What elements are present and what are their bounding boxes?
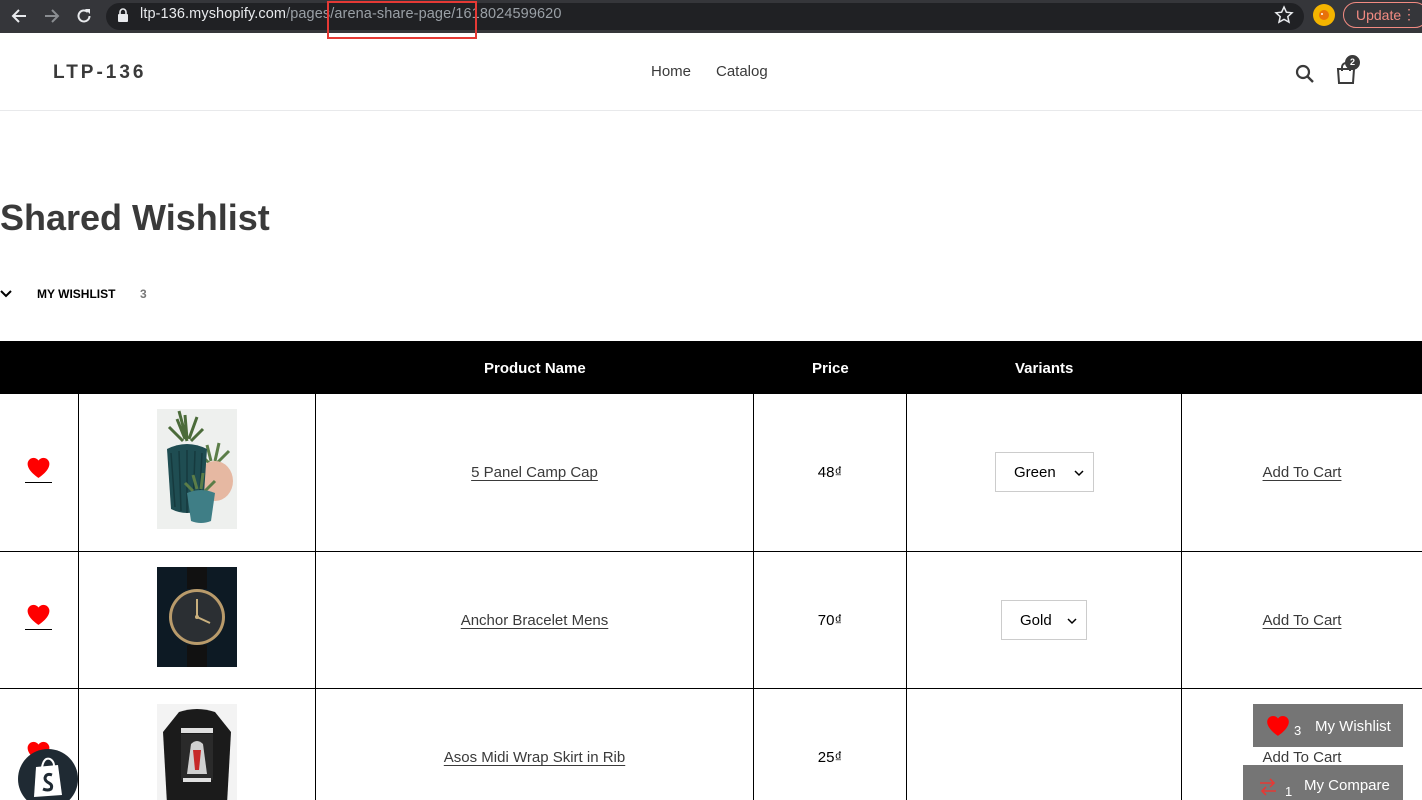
product-name-link[interactable]: Anchor Bracelet Mens bbox=[316, 612, 753, 629]
compare-arrows-icon bbox=[1260, 778, 1276, 796]
column-divider bbox=[315, 689, 316, 800]
column-divider bbox=[78, 394, 79, 551]
add-to-cart-link[interactable]: Add To Cart bbox=[1182, 749, 1422, 766]
forward-arrow-icon[interactable] bbox=[41, 5, 63, 27]
column-divider bbox=[906, 394, 907, 551]
floating-wishlist-button[interactable]: 3 My Wishlist bbox=[1253, 704, 1403, 747]
back-arrow-icon[interactable] bbox=[8, 5, 30, 27]
add-to-cart-link[interactable]: Add To Cart bbox=[1182, 464, 1422, 481]
shopify-bag-icon[interactable] bbox=[18, 749, 78, 800]
nav-catalog[interactable]: Catalog bbox=[716, 63, 768, 80]
product-image[interactable] bbox=[157, 704, 237, 800]
wishlist-label: MY WISHLIST bbox=[37, 287, 116, 301]
browser-toolbar: ltp-136.myshopify.com/pages/arena-share-… bbox=[0, 0, 1422, 39]
remove-wishlist-heart-icon[interactable] bbox=[25, 602, 52, 630]
variant-select[interactable]: Green bbox=[995, 452, 1094, 492]
page-title: Shared Wishlist bbox=[0, 197, 270, 238]
wishlist-toggle[interactable]: MY WISHLIST 3 bbox=[0, 286, 200, 302]
site-header: LTP-136 Home Catalog 2 bbox=[0, 33, 1422, 111]
heart-icon bbox=[1267, 715, 1289, 736]
table-row: Anchor Bracelet Mens 70₫ Gold Add To Car… bbox=[0, 552, 1422, 689]
search-icon[interactable] bbox=[1295, 64, 1315, 84]
compare-float-label: My Compare bbox=[1304, 777, 1390, 794]
chevron-down-icon bbox=[1067, 618, 1077, 625]
product-price: 48₫ bbox=[817, 464, 843, 481]
header-price: Price bbox=[812, 360, 849, 377]
variant-select[interactable]: Gold bbox=[1001, 600, 1087, 640]
profile-icon[interactable] bbox=[1313, 4, 1335, 26]
column-divider bbox=[78, 689, 79, 800]
product-name-link[interactable]: 5 Panel Camp Cap bbox=[316, 464, 753, 481]
product-image[interactable] bbox=[157, 567, 237, 667]
add-to-cart-link[interactable]: Add To Cart bbox=[1182, 612, 1422, 629]
header-product-name: Product Name bbox=[484, 360, 586, 377]
column-divider bbox=[906, 552, 907, 688]
wishlist-float-count: 3 bbox=[1294, 723, 1302, 738]
product-price: 70₫ bbox=[817, 612, 843, 629]
header-variants: Variants bbox=[1015, 360, 1074, 377]
remove-wishlist-heart-icon[interactable] bbox=[25, 455, 52, 483]
wishlist-count: 3 bbox=[140, 287, 147, 301]
column-divider bbox=[78, 552, 79, 688]
column-divider bbox=[1181, 689, 1182, 800]
table-row: 5 Panel Camp Cap 48₫ Green Add To Cart bbox=[0, 394, 1422, 552]
product-name-link[interactable]: Asos Midi Wrap Skirt in Rib bbox=[316, 749, 753, 766]
chevron-down-icon bbox=[0, 290, 12, 298]
update-button[interactable]: Update ⋮ bbox=[1343, 2, 1422, 28]
column-divider bbox=[906, 689, 907, 800]
compare-float-count: 1 bbox=[1285, 784, 1293, 799]
chevron-down-icon bbox=[1074, 470, 1084, 477]
wishlist-float-label: My Wishlist bbox=[1315, 718, 1391, 735]
lock-icon bbox=[118, 8, 128, 22]
site-logo[interactable]: LTP-136 bbox=[53, 62, 147, 84]
cart-count-badge: 2 bbox=[1345, 55, 1360, 70]
product-image[interactable] bbox=[157, 409, 237, 529]
nav-home[interactable]: Home bbox=[651, 63, 691, 80]
table-header: Product Name Price Variants bbox=[0, 341, 1422, 394]
table-row: Asos Midi Wrap Skirt in Rib 25₫ Add To C… bbox=[0, 689, 1422, 800]
floating-compare-button[interactable]: 1 My Compare bbox=[1243, 765, 1403, 800]
reload-icon[interactable] bbox=[73, 5, 95, 27]
star-icon[interactable] bbox=[1274, 5, 1294, 25]
kebab-menu-icon[interactable]: ⋮ bbox=[1402, 6, 1416, 23]
product-price: 25₫ bbox=[817, 749, 843, 766]
column-divider bbox=[753, 689, 754, 800]
